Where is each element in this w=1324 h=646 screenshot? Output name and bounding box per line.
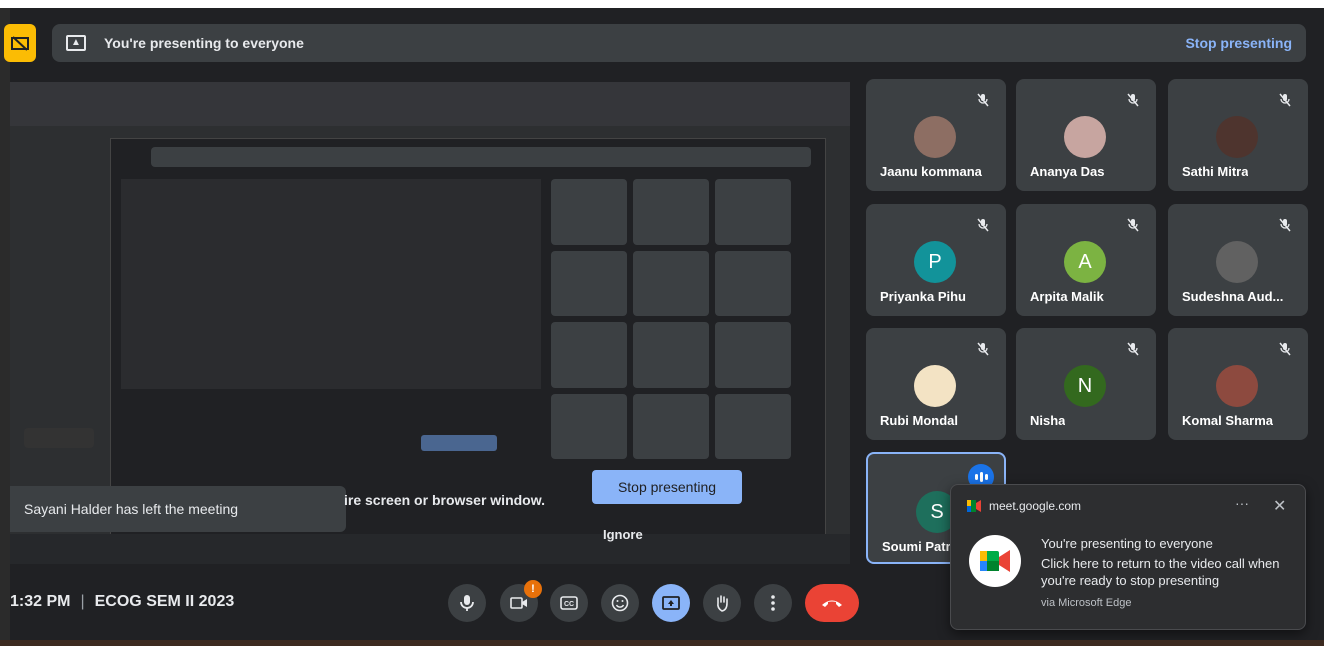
raise-hand-button[interactable] bbox=[703, 584, 741, 622]
browser-edge bbox=[0, 0, 1324, 8]
participant-tile[interactable]: N Nisha bbox=[1016, 328, 1156, 440]
participant-avatar: P bbox=[914, 241, 956, 283]
mic-off-icon bbox=[977, 342, 989, 356]
more-options-button[interactable] bbox=[754, 584, 792, 622]
participant-avatar bbox=[1064, 116, 1106, 158]
mic-off-icon bbox=[1279, 342, 1291, 356]
mic-off-icon bbox=[1127, 93, 1139, 107]
participant-name: Komal Sharma bbox=[1182, 413, 1274, 428]
participant-avatar bbox=[1216, 365, 1258, 407]
reactions-button[interactable] bbox=[601, 584, 639, 622]
svg-text:CC: CC bbox=[564, 601, 574, 608]
participant-name: Arpita Malik bbox=[1030, 289, 1104, 304]
mirrored-notice bbox=[24, 428, 94, 448]
camera-alert-badge: ! bbox=[524, 580, 542, 598]
notification-body: Click here to return to the video call w… bbox=[1041, 556, 1280, 588]
participant-tile[interactable]: Sudeshna Aud... bbox=[1168, 204, 1308, 316]
mirrored-browser-toolbar bbox=[10, 82, 850, 126]
meeting-separator: | bbox=[80, 593, 85, 610]
google-meet-logo-icon bbox=[969, 535, 1021, 587]
mic-off-icon bbox=[1127, 342, 1139, 356]
participant-name: Ananya Das bbox=[1030, 164, 1105, 179]
participant-tile[interactable]: Komal Sharma bbox=[1168, 328, 1308, 440]
mirrored-taskbar bbox=[10, 534, 850, 564]
notification-header: meet.google.com bbox=[967, 499, 1081, 513]
mic-off-icon bbox=[977, 218, 989, 232]
end-call-icon bbox=[822, 600, 842, 607]
mic-off-icon bbox=[1127, 218, 1139, 232]
closed-captions-icon: CC bbox=[560, 596, 578, 610]
meeting-title: ECOG SEM II 2023 bbox=[94, 593, 235, 610]
mirrored-stop-button bbox=[421, 435, 497, 451]
leave-call-button[interactable] bbox=[805, 584, 859, 622]
participant-avatar: N bbox=[1064, 365, 1106, 407]
participant-name: Priyanka Pihu bbox=[880, 289, 966, 304]
meeting-info: 1:32 PM | ECOG SEM II 2023 bbox=[10, 593, 234, 611]
mic-off-icon bbox=[977, 93, 989, 107]
stop-presenting-button[interactable]: Stop presenting bbox=[592, 470, 742, 504]
mic-off-icon bbox=[1279, 93, 1291, 107]
hand-icon bbox=[717, 595, 728, 612]
participant-name: Jaanu kommana bbox=[880, 164, 982, 179]
participant-tile[interactable]: A Arpita Malik bbox=[1016, 204, 1156, 316]
present-screen-icon bbox=[662, 596, 680, 610]
participant-tile[interactable]: Ananya Das bbox=[1016, 79, 1156, 191]
notification-close-button[interactable]: ✕ bbox=[1273, 496, 1286, 516]
present-screen-icon: ▲ bbox=[66, 35, 86, 51]
participant-name: Soumi Patr bbox=[882, 539, 951, 554]
participant-avatar bbox=[914, 365, 956, 407]
presenting-notification[interactable]: meet.google.com ··· ✕ You're presenting … bbox=[950, 484, 1306, 630]
mirrored-banner bbox=[151, 147, 811, 167]
notification-source: via Microsoft Edge bbox=[1041, 597, 1132, 609]
participant-avatar bbox=[914, 116, 956, 158]
emoji-icon bbox=[611, 594, 629, 612]
window-bottom-edge bbox=[0, 640, 1324, 646]
participant-avatar: A bbox=[1064, 241, 1106, 283]
mic-off-icon bbox=[1279, 218, 1291, 232]
window-edge bbox=[0, 8, 10, 646]
mirrored-share-area bbox=[121, 179, 541, 389]
mirror-warning-text: ire screen or browser window. bbox=[344, 492, 545, 508]
presenting-banner-text: You're presenting to everyone bbox=[104, 35, 304, 51]
participant-avatar bbox=[1216, 241, 1258, 283]
participant-left-notice: Sayani Halder has left the meeting bbox=[10, 486, 346, 532]
notification-more-button[interactable]: ··· bbox=[1235, 495, 1249, 511]
captions-button[interactable]: CC bbox=[550, 584, 588, 622]
participant-name: Sudeshna Aud... bbox=[1182, 289, 1284, 304]
meet-small-logo-icon bbox=[967, 500, 981, 512]
participant-tile[interactable]: Sathi Mitra bbox=[1168, 79, 1308, 191]
stop-presenting-link[interactable]: Stop presenting bbox=[1185, 35, 1292, 51]
mirrored-participant-grid bbox=[551, 179, 791, 459]
camera-button[interactable]: ! bbox=[500, 580, 542, 622]
meeting-clock: 1:32 PM bbox=[10, 593, 71, 610]
participant-tile[interactable]: Rubi Mondal bbox=[866, 328, 1006, 440]
microphone-icon bbox=[460, 595, 474, 611]
participant-name: Sathi Mitra bbox=[1182, 164, 1249, 179]
microphone-button[interactable] bbox=[448, 584, 486, 622]
camera-off-icon bbox=[510, 597, 527, 609]
presenting-indicator-icon[interactable] bbox=[4, 24, 36, 62]
present-now-button[interactable] bbox=[652, 584, 690, 622]
presenting-banner: ▲ You're presenting to everyone Stop pre… bbox=[52, 24, 1306, 62]
notification-site: meet.google.com bbox=[989, 499, 1082, 513]
ignore-button[interactable]: Ignore bbox=[603, 527, 643, 542]
more-vert-icon bbox=[771, 595, 775, 611]
participant-name: Rubi Mondal bbox=[880, 413, 958, 428]
participant-avatar bbox=[1216, 116, 1258, 158]
participant-name: Nisha bbox=[1030, 413, 1066, 428]
participant-tile[interactable]: Jaanu kommana bbox=[866, 79, 1006, 191]
notification-title: You're presenting to everyone bbox=[1041, 536, 1213, 551]
participant-tile[interactable]: P Priyanka Pihu bbox=[866, 204, 1006, 316]
